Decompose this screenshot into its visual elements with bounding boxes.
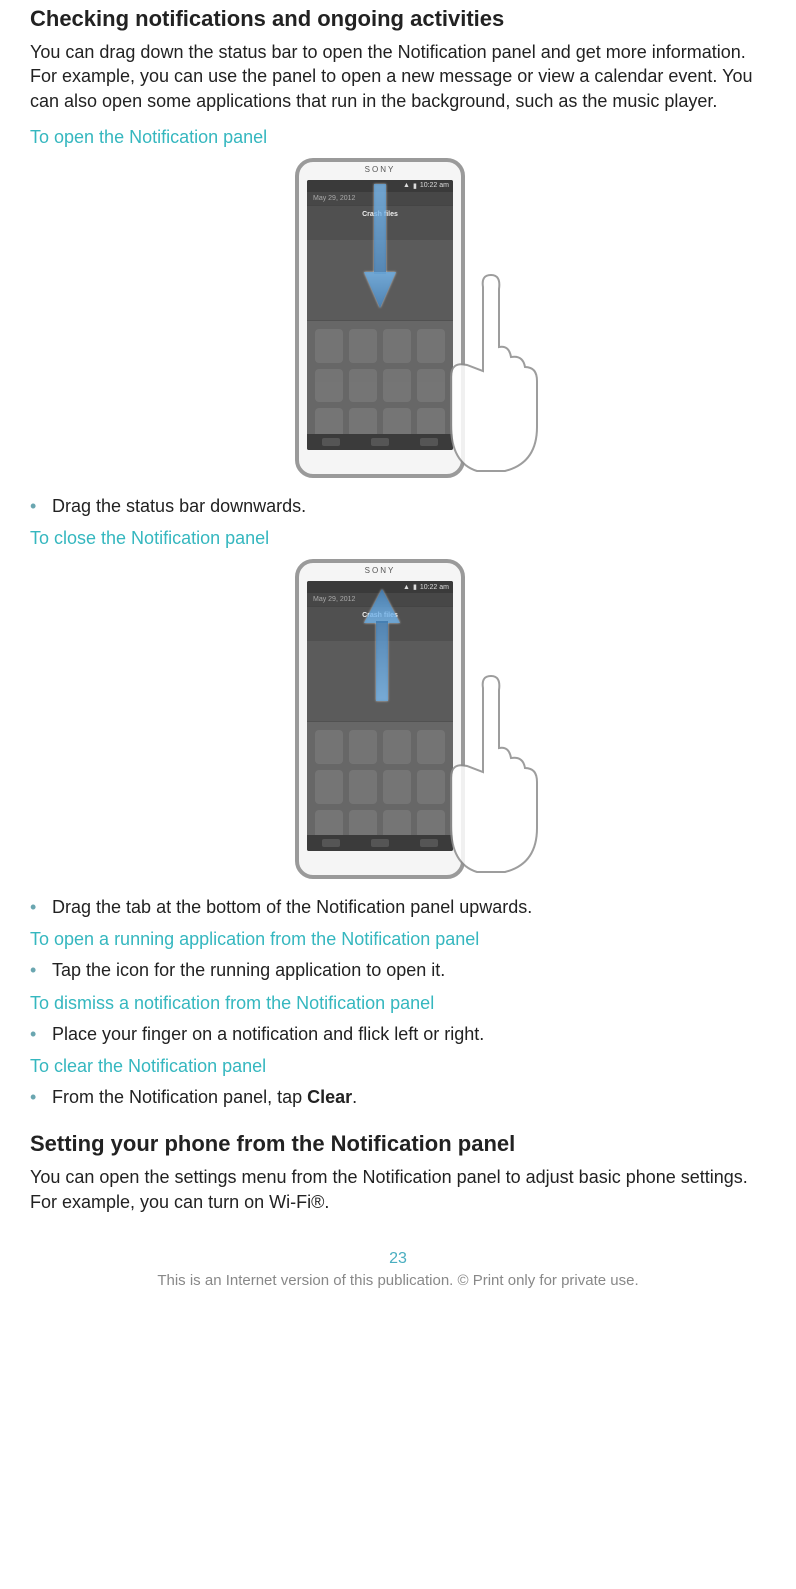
bullet-icon: • [30, 895, 52, 919]
hand-icon [443, 668, 563, 883]
bullet-clear-bold: Clear [307, 1087, 352, 1107]
subheading-open-panel: To open the Notification panel [30, 127, 766, 148]
section-heading-settings: Setting your phone from the Notification… [30, 1131, 766, 1157]
bullet-icon: • [30, 1085, 52, 1109]
subheading-close-panel: To close the Notification panel [30, 528, 766, 549]
bullet-text: Place your finger on a notification and … [52, 1022, 484, 1046]
subheading-clear: To clear the Notification panel [30, 1056, 766, 1077]
footer-note: This is an Internet version of this publ… [30, 1272, 766, 1289]
phone-brand-label: SONY [299, 563, 461, 575]
bullet-clear: • From the Notification panel, tap Clear… [30, 1085, 766, 1109]
bullet-text: Drag the tab at the bottom of the Notifi… [52, 895, 532, 919]
bullet-icon: • [30, 494, 52, 518]
bullet-icon: • [30, 1022, 52, 1046]
notif-date-row: May 29, 2012 [307, 593, 453, 606]
bullet-text: From the Notification panel, tap Clear. [52, 1085, 357, 1109]
phone-illustration-up: SONY ▲▮10:22 am May 29, 2012 Crash files [295, 559, 465, 879]
figure-close-panel: SONY ▲▮10:22 am May 29, 2012 Crash files [30, 559, 766, 879]
bullet-icon: • [30, 958, 52, 982]
status-time: 10:22 am [420, 584, 449, 591]
bullet-text: Drag the status bar downwards. [52, 494, 306, 518]
bullet-drag-up: • Drag the tab at the bottom of the Noti… [30, 895, 766, 919]
bullet-text: Tap the icon for the running application… [52, 958, 445, 982]
bullet-open-app: • Tap the icon for the running applicati… [30, 958, 766, 982]
manual-page: Checking notifications and ongoing activ… [0, 6, 796, 1309]
bullet-drag-down: • Drag the status bar downwards. [30, 494, 766, 518]
bullet-clear-pre: From the Notification panel, tap [52, 1087, 307, 1107]
hand-icon [443, 267, 563, 482]
notif-item-title: Crash files [313, 612, 447, 619]
notif-item-title: Crash files [313, 211, 447, 218]
notif-date-row: May 29, 2012 [307, 192, 453, 205]
status-time: 10:22 am [420, 182, 449, 189]
phone-illustration-down: SONY ▲▮10:22 am May 29, 2012 Crash files [295, 158, 465, 478]
subheading-open-app: To open a running application from the N… [30, 929, 766, 950]
bullet-dismiss: • Place your finger on a notification an… [30, 1022, 766, 1046]
phone-brand-label: SONY [299, 162, 461, 174]
section-heading-notifications: Checking notifications and ongoing activ… [30, 6, 766, 32]
page-number: 23 [30, 1250, 766, 1268]
settings-paragraph: You can open the settings menu from the … [30, 1165, 766, 1214]
subheading-dismiss: To dismiss a notification from the Notif… [30, 993, 766, 1014]
intro-paragraph: You can drag down the status bar to open… [30, 40, 766, 113]
bullet-clear-post: . [352, 1087, 357, 1107]
figure-open-panel: SONY ▲▮10:22 am May 29, 2012 Crash files [30, 158, 766, 478]
